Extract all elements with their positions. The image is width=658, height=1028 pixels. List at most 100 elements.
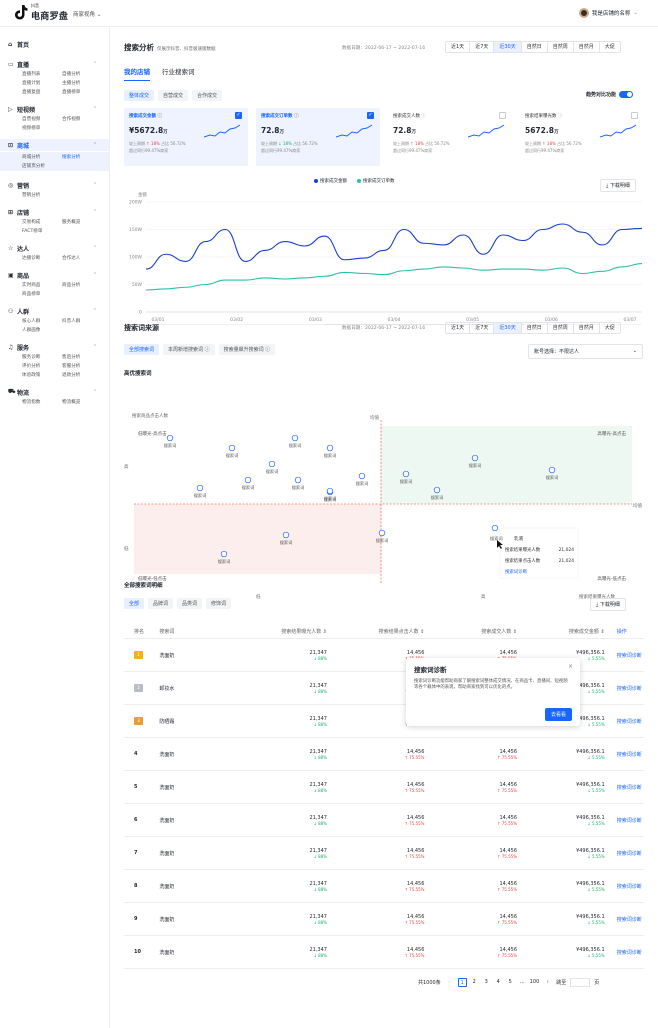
sidebar-subitem[interactable]: 体验政策 (22, 372, 62, 378)
next-page-icon[interactable]: › (543, 978, 552, 987)
sidebar-subitem[interactable]: 服务诊断 (22, 354, 62, 360)
checkbox[interactable] (631, 112, 638, 119)
keyword-point[interactable] (326, 444, 334, 452)
tab-brand[interactable]: 品牌词 (148, 598, 174, 609)
keyword-point[interactable] (358, 472, 366, 480)
diagnose-link[interactable]: 搜索词诊断 (605, 784, 644, 791)
chevron-up-icon[interactable]: ⌃ (93, 308, 97, 314)
sidebar-subitem[interactable]: 评价分析 (22, 363, 62, 369)
sidebar-item-service[interactable]: ♫ 服务 ⌃ (0, 341, 109, 353)
sidebar-subitem[interactable]: 合作达人 (62, 255, 102, 261)
chevron-up-icon[interactable]: ⌃ (93, 245, 97, 251)
tooltip-link[interactable]: 搜索词诊断 (505, 568, 528, 575)
keyword-point[interactable] (291, 434, 299, 442)
sidebar-subitem[interactable]: 店铺页分析 (22, 163, 62, 169)
sidebar-subitem[interactable]: 物流概览 (62, 399, 102, 405)
metric-card[interactable]: 搜索成交金额 ⓘ ✓ ¥5672.8万 较上周期 ↑ 18% 占比 56.72% 超过同… (124, 108, 248, 166)
chevron-up-icon[interactable]: ⌃ (93, 106, 97, 112)
date-tab[interactable]: 近30天 (494, 42, 522, 52)
logo[interactable] (14, 4, 28, 20)
checkbox[interactable]: ✓ (235, 112, 242, 119)
page-number[interactable]: … (518, 978, 527, 987)
chevron-up-icon[interactable]: ⌃ (93, 344, 97, 350)
sidebar-item-store[interactable]: ⊡ 商城 ⌃ (0, 139, 109, 151)
chevron-up-icon[interactable]: ⌃ (93, 209, 97, 215)
toggle-switch[interactable] (619, 91, 634, 98)
sidebar-subitem[interactable]: 视频榜单 (22, 125, 62, 131)
jump-page-input[interactable] (570, 978, 591, 987)
chevron-up-icon[interactable]: ⌃ (93, 272, 97, 278)
checkbox[interactable] (499, 112, 506, 119)
sidebar-subitem[interactable]: 商城分析 (22, 154, 62, 160)
column-header[interactable]: 搜索结果点击人数 ⇕ (327, 628, 425, 635)
role-select[interactable]: 商家视角 ⌄ (73, 10, 101, 18)
sidebar-subitem[interactable]: FACT榜单 (22, 228, 62, 234)
trend-compare-toggle[interactable]: 趋势对比功能 (586, 91, 634, 98)
date-tab[interactable]: 近7天 (470, 42, 495, 52)
sidebar-subitem[interactable]: 商品分析 (62, 282, 102, 288)
page-number[interactable]: 100 (530, 978, 540, 987)
keyword-point[interactable] (244, 476, 252, 484)
page-number[interactable]: 5 (506, 978, 515, 987)
metric-card[interactable]: 搜索结果曝光数 ⓘ 5672.8万 较上周期 ↑ 18% 占比 56.72% 超过同行… (520, 108, 644, 166)
chevron-up-icon[interactable]: ⌃ (93, 142, 97, 148)
date-tab[interactable]: 自然月 (574, 323, 600, 333)
keyword-point[interactable] (220, 550, 228, 558)
sidebar-subitem[interactable]: 自播分析 (62, 71, 102, 77)
keyword-point[interactable] (378, 529, 386, 537)
date-tab[interactable]: 近7天 (470, 323, 495, 333)
date-tab[interactable]: 自然日 (522, 323, 548, 333)
column-header[interactable]: 搜索成交金额 ⇕ (517, 628, 605, 635)
sidebar-subitem[interactable]: 自营视频 (22, 116, 62, 122)
close-icon[interactable]: × (568, 663, 573, 670)
tab-self-deal[interactable]: 自营成交 (158, 90, 189, 101)
keyword-point[interactable] (471, 454, 479, 462)
sidebar-subitem[interactable]: 服务概览 (62, 219, 102, 225)
diagnose-link[interactable]: 搜索词诊断 (605, 685, 644, 692)
keyword-point[interactable] (326, 487, 334, 495)
keyword-point[interactable] (294, 476, 302, 484)
download-table-button[interactable]: ⤓ 下载明细 (590, 598, 626, 611)
sidebar-subitem[interactable]: 物流指数 (22, 399, 62, 405)
sidebar-item-home[interactable]: ⌂ 首页 (0, 38, 109, 50)
date-tab[interactable]: 大促 (600, 323, 620, 333)
date-tab[interactable]: 近30天 (494, 323, 522, 333)
sidebar-item-logistics[interactable]: ⛟ 物流 ⌃ (0, 386, 109, 398)
diagnose-link[interactable]: 搜索词诊断 (605, 751, 644, 758)
sidebar-subitem[interactable]: 客服分析 (62, 363, 102, 369)
sidebar-subitem[interactable]: 直播列表 (22, 71, 62, 77)
date-tab[interactable]: 近1天 (446, 42, 471, 52)
sidebar-item-influencer[interactable]: ☆ 达人 ⌃ (0, 242, 109, 254)
column-header[interactable]: 搜索结果曝光人数 ⇕ (220, 628, 327, 635)
date-tab[interactable]: 近1天 (446, 323, 471, 333)
diagnose-link[interactable]: 搜索词诊断 (605, 817, 644, 824)
tab-rising-words[interactable]: 搜索量飙升搜索词 ⓘ (218, 344, 276, 355)
legend-item-orders[interactable]: 搜索成交订单数 (357, 178, 395, 184)
sidebar-subitem[interactable]: 达播诊断 (22, 255, 62, 261)
chevron-up-icon[interactable]: ⌃ (93, 61, 97, 67)
sidebar-item-live[interactable]: ▭ 直播 ⌃ (0, 58, 109, 70)
sidebar-subitem[interactable]: 营销分析 (22, 192, 62, 198)
page-number[interactable]: 1 (457, 978, 467, 987)
sidebar-item-crowd[interactable]: ⚇ 人群 ⌃ (0, 305, 109, 317)
tab-industry-words[interactable]: 行业搜索词 (162, 66, 195, 81)
tab-modifier[interactable]: 修饰词 (206, 598, 232, 609)
legend-item-amount[interactable]: 搜索成交金额 (314, 178, 347, 184)
date-tab[interactable]: 自然周 (548, 323, 574, 333)
diagnose-link[interactable]: 搜索词诊断 (605, 718, 644, 725)
sidebar-subitem[interactable]: 商品榜单 (22, 291, 62, 297)
go-see-button[interactable]: 去看看 (544, 708, 572, 721)
chevron-up-icon[interactable]: ⌃ (93, 182, 97, 188)
prev-page-icon[interactable]: ‹ (445, 978, 454, 987)
keyword-point[interactable] (268, 460, 276, 468)
chevron-up-icon[interactable]: ⌃ (93, 389, 97, 395)
metric-card[interactable]: 搜索成交人数 ⓘ 72.8万 较上周期 ↑ 18% 占比 56.72% 超过同行99.… (388, 108, 512, 166)
date-tab[interactable]: 自然月 (574, 42, 600, 52)
checkbox[interactable]: ✓ (367, 112, 374, 119)
keyword-point[interactable] (491, 524, 499, 532)
sidebar-subitem[interactable]: 搜索分析 (62, 154, 102, 160)
sidebar-subitem[interactable]: 合作视频 (62, 116, 102, 122)
keyword-point[interactable] (282, 531, 290, 539)
page-number[interactable]: 2 (470, 978, 479, 987)
date-tab[interactable]: 自然日 (522, 42, 548, 52)
